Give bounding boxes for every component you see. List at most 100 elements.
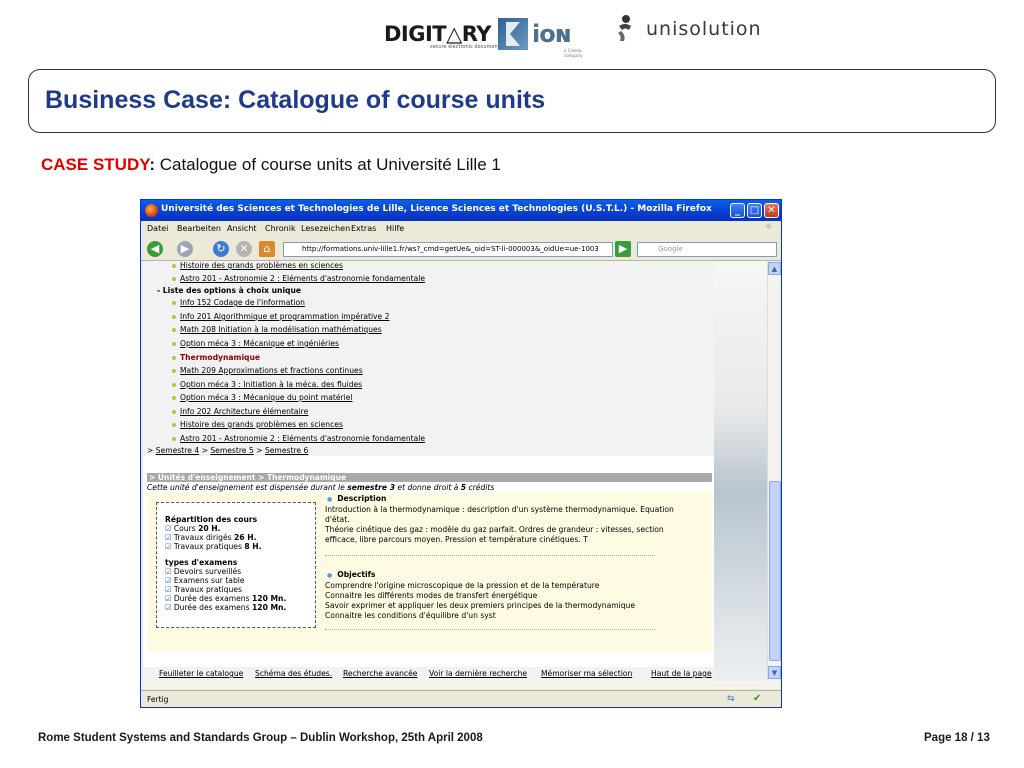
reload-icon[interactable]: ↻: [213, 241, 229, 257]
divider: [325, 555, 655, 556]
list-item[interactable]: Option méca 3 : Mécanique et ingéniéries: [172, 339, 339, 348]
menu-hilfe[interactable]: Hilfe: [386, 224, 404, 233]
check-icon: ☑: [165, 533, 172, 542]
objective-line: Savoir exprimer et appliquer les deux pr…: [325, 601, 636, 610]
menu-chronik[interactable]: Chronik: [265, 224, 296, 233]
list-item[interactable]: Histoire des grands problèmes en science…: [172, 420, 343, 429]
course-hours-box: Répartition des cours ☑ Cours 20 H. ☑ Trav…: [156, 502, 316, 628]
list-item[interactable]: Math 209 Approximations et fractions con…: [172, 366, 363, 375]
list-item[interactable]: Histoire des grands problèmes en science…: [172, 261, 343, 270]
url-field[interactable]: http://formations.univ-lille1.fr/ws?_cmd…: [283, 242, 613, 257]
exam-type: Travaux pratiques: [173, 585, 242, 594]
case-study-line: CASE STUDY: Catalogue of course units at…: [41, 155, 501, 175]
options-heading: - Liste des options à choix unique: [157, 286, 302, 295]
duree-value: 120 Mn.: [252, 603, 287, 612]
scroll-thumb[interactable]: [769, 481, 781, 661]
check-icon: ☑: [165, 594, 172, 603]
description-line: Introduction à la thermodynamique : desc…: [325, 505, 674, 514]
cours-label: Cours: [173, 524, 199, 533]
course-detail-panel: Répartition des cours ☑ Cours 20 H. ☑ Trav…: [147, 492, 712, 652]
menu-bearbeiten[interactable]: Bearbeiten: [177, 224, 221, 233]
haut-de-page-link[interactable]: Haut de la page: [651, 669, 712, 678]
browser-statusbar: Fertig ⇆ ✔: [141, 690, 781, 707]
tp-row: ☑ Travaux pratiques 8 H.: [165, 542, 262, 551]
footer-event: Rome Student Systems and Standards Group…: [38, 732, 483, 744]
list-item[interactable]: Astro 201 - Astronomie 2 : Eléments d'as…: [171, 434, 425, 443]
vertical-scrollbar[interactable]: ▲ ▼: [767, 261, 781, 681]
case-study-text: Catalogue of course units at Université …: [154, 155, 501, 174]
objectives-heading: Objectifs: [325, 570, 705, 581]
memoriser-link[interactable]: Mémoriser ma sélection: [541, 669, 632, 678]
objective-line: Connaitre les conditions d'équilibre d'u…: [325, 611, 496, 620]
search-field[interactable]: Google: [637, 242, 777, 257]
close-icon[interactable]: ✕: [764, 203, 779, 218]
semester-4-link[interactable]: Semestre 4: [156, 446, 199, 455]
ue-summary-a: Cette unité d'enseignement est dispensée…: [147, 483, 348, 492]
stop-icon[interactable]: ✕: [236, 241, 252, 257]
slide: DIGIT△RY secure electronic documents ioɴ…: [0, 0, 1024, 768]
feuilleter-link[interactable]: Feuilleter le catalogue: [159, 669, 243, 678]
list-item-current: Thermodynamique: [171, 353, 261, 362]
exam-types-title: types d'examens: [165, 558, 238, 567]
exam-type: Examens sur table: [173, 576, 245, 585]
list-item[interactable]: Math 208 Initiation à la modélisation ma…: [172, 325, 382, 334]
maximize-icon[interactable]: □: [747, 203, 762, 218]
browser-menubar: Datei Bearbeiten Ansicht Chronik Lesezei…: [141, 221, 781, 237]
list-item[interactable]: Info 202 Architecture élémentaire: [171, 407, 308, 416]
tp-value: 8 H.: [244, 542, 262, 551]
menu-lesezeichen[interactable]: Lesezeichen: [301, 224, 350, 233]
case-study-tag: CASE STUDY: [41, 155, 150, 174]
recherche-avancee-link[interactable]: Recherche avancée: [343, 669, 417, 678]
title-box: Business Case: Catalogue of course units: [28, 69, 996, 133]
list-item[interactable]: Option méca 3 : Mécanique du point matér…: [172, 393, 353, 402]
check-icon: ☑: [165, 542, 172, 551]
exam-row: ☑ Travaux pratiques: [165, 585, 242, 594]
options-heading-text: Liste des options à choix unique: [162, 286, 302, 295]
menu-ansicht[interactable]: Ansicht: [227, 224, 257, 233]
semester-prefix: >: [147, 446, 156, 455]
back-icon[interactable]: ◀: [147, 241, 163, 257]
repartition-title: Répartition des cours: [165, 515, 258, 524]
list-item[interactable]: Astro 201 - Astronomie 2 : Eléments d'as…: [171, 274, 425, 283]
duree-row: ☑ Durée des examens 120 Mn.: [165, 594, 286, 603]
forward-icon[interactable]: ▶: [177, 241, 193, 257]
list-item[interactable]: Info 201 Algorithmique et programmation …: [171, 312, 389, 321]
description-line: Théorie cinétique des gaz : modèle du ga…: [325, 525, 664, 534]
list-item[interactable]: Info 152 Codage de l'information: [172, 298, 305, 307]
duree-label: Durée des examens: [173, 594, 252, 603]
menu-datei[interactable]: Datei: [147, 224, 168, 233]
go-icon[interactable]: ▶: [615, 241, 631, 257]
digitary-logo: DIGIT△RY: [384, 22, 492, 46]
td-value: 26 H.: [234, 533, 257, 542]
derniere-recherche-link[interactable]: Voir la dernière recherche: [429, 669, 527, 678]
kion-tagline: a Cineca company: [564, 48, 583, 58]
menu-extras[interactable]: Extras: [351, 224, 376, 233]
exam-row: ☑ Examens sur table: [165, 576, 245, 585]
list-item[interactable]: Option méca 3 : Initiation à la méca. de…: [171, 380, 362, 389]
semester-links: > Semestre 4 > Semestre 5 > Semestre 6: [147, 446, 309, 455]
options-list-panel: Histoire des grands problèmes en science…: [143, 261, 714, 456]
ue-summary: Cette unité d'enseignement est dispensée…: [147, 483, 494, 492]
exam-type: Devoirs surveillés: [173, 567, 242, 576]
unisolution-figure-icon: [613, 14, 637, 44]
horizontal-scrollbar[interactable]: [141, 681, 781, 689]
kion-wordmark: ioɴ: [532, 20, 572, 48]
scroll-down-icon[interactable]: ▼: [768, 666, 781, 679]
objectives-block: Objectifs Comprendre l'origine microscop…: [325, 570, 705, 621]
home-icon[interactable]: ⌂: [259, 241, 275, 257]
scroll-up-icon[interactable]: ▲: [768, 262, 781, 275]
semester-6-link[interactable]: Semestre 6: [265, 446, 308, 455]
minimize-icon[interactable]: _: [730, 203, 745, 218]
check-icon: ☑: [165, 603, 172, 612]
check-icon: ☑: [165, 576, 172, 585]
semester-5-link[interactable]: Semestre 5: [210, 446, 253, 455]
page-content: Histoire des grands problèmes en science…: [143, 261, 714, 681]
objective-line: Comprendre l'origine microscopique de la…: [325, 581, 600, 590]
schema-link[interactable]: Schéma des études.: [255, 669, 332, 678]
browser-window: Université des Sciences et Technologies …: [140, 199, 782, 708]
digitary-tagline: secure electronic documents: [430, 44, 503, 50]
divider: [325, 629, 655, 630]
section-breadcrumb: > Unités d'enseignement > Thermodynamiqu…: [147, 473, 712, 482]
ue-summary-c: crédits: [466, 483, 495, 492]
decorative-side-image: [714, 261, 767, 681]
